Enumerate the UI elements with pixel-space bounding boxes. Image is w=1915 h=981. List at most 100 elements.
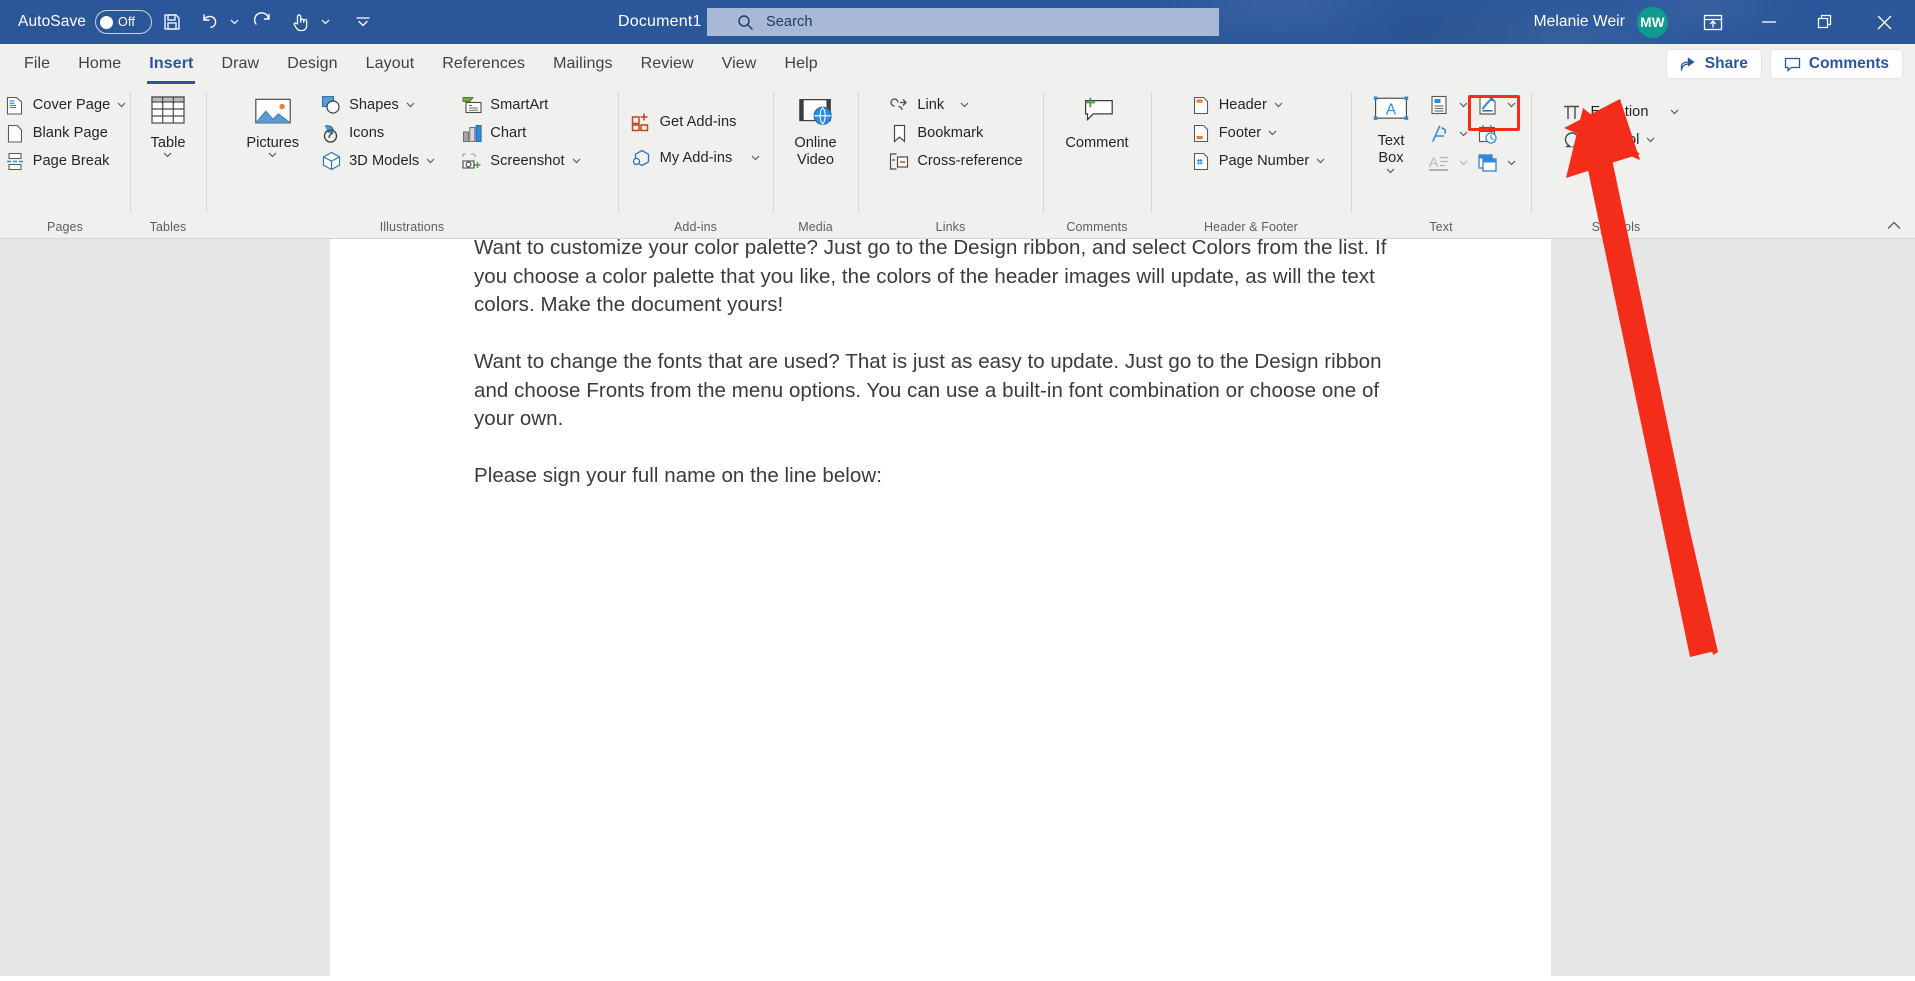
object-chevron-down-icon[interactable]	[1503, 150, 1519, 177]
document-body-text[interactable]: Want to customize your color palette? Ju…	[474, 239, 1414, 491]
pictures-button[interactable]: Pictures	[238, 91, 307, 158]
ribbon-group-media: Online Video Media	[773, 84, 858, 239]
text-box-icon: A	[1372, 91, 1410, 129]
shapes-chevron-down-icon[interactable]	[406, 102, 415, 108]
table-chevron-down-icon[interactable]	[163, 152, 172, 158]
cover-page-button[interactable]: Cover Page	[0, 91, 131, 119]
drop-cap-icon[interactable]: A	[1425, 150, 1453, 177]
collapse-ribbon-icon[interactable]	[1883, 214, 1905, 236]
table-button[interactable]: Table	[138, 91, 198, 158]
wordart-icon[interactable]	[1425, 121, 1453, 148]
touch-mode-icon[interactable]	[283, 7, 317, 37]
customize-quick-access-toolbar-icon[interactable]	[346, 7, 380, 37]
online-video-icon	[797, 93, 835, 131]
bookmark-button[interactable]: Bookmark	[883, 119, 1027, 147]
undo-icon[interactable]	[192, 7, 226, 37]
ribbon-group-illustrations: Pictures Shapes	[206, 84, 618, 239]
link-button[interactable]: Link	[883, 91, 1027, 119]
account-name: Melanie Weir	[1534, 13, 1625, 31]
link-chevron-down-icon[interactable]	[960, 102, 969, 108]
text-box-chevron-down-icon[interactable]	[1386, 168, 1395, 174]
symbol-button[interactable]: Symbol	[1556, 126, 1683, 154]
my-add-ins-chevron-down-icon[interactable]	[751, 155, 760, 161]
my-add-ins-button[interactable]: My Add-ins	[626, 140, 766, 176]
wordart-chevron-down-icon[interactable]	[1455, 121, 1471, 148]
share-button[interactable]: Share	[1666, 49, 1762, 79]
ribbon-display-options-icon[interactable]	[1685, 0, 1741, 44]
tab-view[interactable]: View	[708, 44, 771, 84]
object-icon[interactable]	[1473, 150, 1501, 177]
tab-insert[interactable]: Insert	[135, 44, 207, 84]
shapes-icon	[320, 94, 342, 116]
3d-models-button[interactable]: 3D Models	[315, 147, 440, 175]
account-area[interactable]: Melanie Weir MW	[1534, 0, 1668, 44]
avatar[interactable]: MW	[1637, 7, 1668, 38]
tab-design[interactable]: Design	[273, 44, 351, 84]
tab-review[interactable]: Review	[627, 44, 708, 84]
pictures-chevron-down-icon[interactable]	[268, 152, 277, 158]
undo-dropdown-chevron-down-icon[interactable]	[226, 7, 243, 37]
explore-quick-parts-chevron-down-icon[interactable]	[1455, 92, 1471, 119]
header-chevron-down-icon[interactable]	[1274, 102, 1283, 108]
cover-page-chevron-down-icon[interactable]	[117, 102, 126, 108]
close-icon[interactable]	[1853, 0, 1915, 44]
tab-draw[interactable]: Draw	[207, 44, 273, 84]
signature-line-chevron-down-icon[interactable]	[1503, 92, 1519, 119]
icons-button[interactable]: Icons	[315, 119, 440, 147]
touch-mode-dropdown-chevron-down-icon[interactable]	[317, 7, 334, 37]
footer-chevron-down-icon[interactable]	[1268, 130, 1277, 136]
footer-button[interactable]: Footer	[1185, 119, 1331, 147]
date-and-time-icon[interactable]	[1473, 121, 1501, 148]
pictures-icon	[254, 93, 292, 131]
minimize-icon[interactable]	[1741, 0, 1797, 44]
blank-page-button[interactable]: Blank Page	[0, 119, 131, 147]
share-label: Share	[1705, 55, 1748, 73]
new-comment-button[interactable]: Comment	[1057, 91, 1136, 152]
text-icon-row-2	[1425, 120, 1519, 148]
screenshot-button[interactable]: Screenshot	[456, 147, 585, 175]
header-icon	[1190, 94, 1212, 116]
comments-button[interactable]: Comments	[1770, 49, 1903, 79]
restore-icon[interactable]	[1797, 0, 1853, 44]
shapes-button[interactable]: Shapes	[315, 91, 440, 119]
3d-models-chevron-down-icon[interactable]	[426, 158, 435, 164]
quick-access-toolbar: AutoSave Off	[0, 7, 380, 37]
comment-icon	[1784, 57, 1801, 72]
tab-file[interactable]: File	[10, 44, 64, 84]
tab-home[interactable]: Home	[64, 44, 135, 84]
online-video-button[interactable]: Online Video	[786, 91, 846, 169]
pages-items: Cover Page Blank Page	[0, 91, 131, 175]
redo-icon[interactable]	[246, 7, 280, 37]
tab-mailings[interactable]: Mailings	[539, 44, 627, 84]
chart-button[interactable]: Chart	[456, 119, 585, 147]
tab-help[interactable]: Help	[770, 44, 831, 84]
group-label-tables: Tables	[130, 215, 206, 239]
explore-quick-parts-icon[interactable]	[1425, 92, 1453, 119]
ribbon-group-header-footer: Header Footer	[1151, 84, 1351, 239]
header-button[interactable]: Header	[1185, 91, 1331, 119]
save-icon[interactable]	[155, 7, 189, 37]
autosave-toggle[interactable]: Off	[95, 10, 152, 34]
tab-references[interactable]: References	[428, 44, 539, 84]
tab-layout[interactable]: Layout	[352, 44, 429, 84]
signature-line-icon[interactable]	[1473, 92, 1501, 119]
group-label-add-ins: Add-ins	[618, 215, 773, 239]
smartart-button[interactable]: SmartArt	[456, 91, 585, 119]
get-add-ins-button[interactable]: Get Add-ins	[626, 104, 766, 140]
equation-chevron-down-icon[interactable]	[1670, 109, 1679, 115]
symbol-chevron-down-icon[interactable]	[1646, 137, 1655, 143]
3d-models-label: 3D Models	[349, 153, 419, 169]
screenshot-chevron-down-icon[interactable]	[572, 158, 581, 164]
table-icon	[149, 93, 187, 131]
page-break-button[interactable]: Page Break	[0, 147, 131, 175]
text-box-button[interactable]: A Text Box	[1363, 89, 1419, 174]
page-number-chevron-down-icon[interactable]	[1316, 158, 1325, 164]
document-page[interactable]: Want to customize your color palette? Ju…	[330, 239, 1551, 976]
cross-reference-button[interactable]: Cross-reference	[883, 147, 1027, 175]
equation-button[interactable]: Equation	[1556, 98, 1683, 126]
link-icon	[888, 94, 910, 116]
search-input[interactable]: Search	[707, 8, 1219, 36]
page-number-button[interactable]: Page Number	[1185, 147, 1331, 175]
drop-cap-chevron-down-icon[interactable]	[1455, 150, 1471, 177]
ribbon-group-tables: Table Tables	[130, 84, 206, 239]
